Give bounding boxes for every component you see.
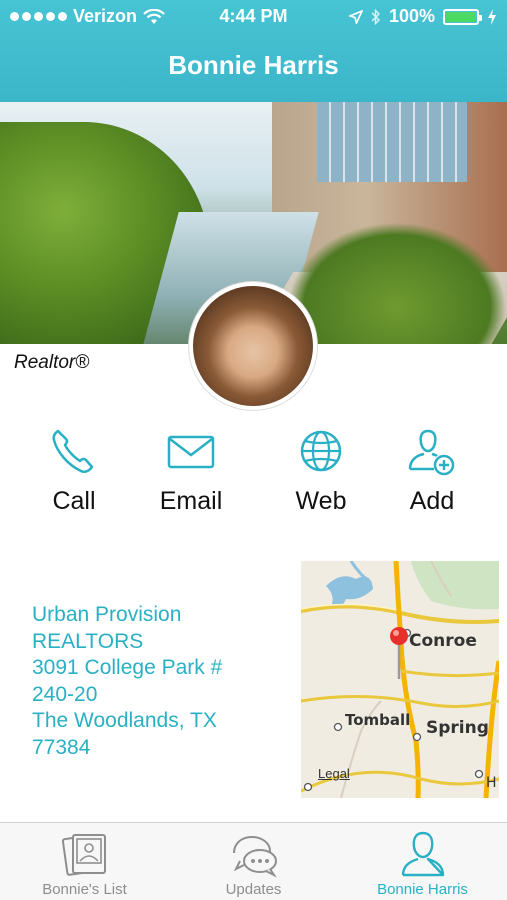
bluetooth-icon	[371, 8, 381, 25]
call-button[interactable]: Call	[24, 425, 124, 516]
tab-bonnies-list[interactable]: Bonnie's List	[0, 823, 169, 900]
charging-bolt-icon	[488, 8, 496, 25]
map-label-spring: Spring	[426, 718, 489, 738]
tab-label: Bonnie's List	[42, 881, 127, 898]
map-canvas	[301, 561, 499, 798]
email-button[interactable]: Email	[141, 425, 241, 516]
web-button[interactable]: Web	[271, 425, 371, 516]
web-label: Web	[295, 487, 347, 515]
battery-fill	[446, 11, 476, 22]
action-row: Call Email Web Add	[0, 425, 507, 525]
globe-icon	[300, 430, 342, 472]
location-map[interactable]: Conroe Tomball Spring Legal H	[301, 561, 499, 798]
add-contact-icon	[408, 429, 455, 476]
avatar[interactable]	[189, 282, 317, 410]
status-right: 100%	[348, 6, 497, 27]
tab-label: Updates	[225, 881, 282, 898]
avatar-photo	[193, 286, 313, 406]
page-title: Bonnie Harris	[168, 50, 339, 80]
map-label-tomball: Tomball	[345, 711, 411, 729]
address-line: Urban Provision	[32, 603, 182, 626]
phone-icon	[52, 429, 94, 474]
map-legal-link[interactable]: Legal	[318, 766, 350, 781]
address-line: 3091 College Park #	[32, 656, 223, 679]
nav-header: Verizon 4:44 PM 100% Bonnie Harris	[0, 0, 507, 102]
office-address[interactable]: Urban Provision REALTORS 3091 College Pa…	[32, 602, 282, 761]
profile-role: Realtor®	[14, 352, 90, 373]
address-line: REALTORS	[32, 629, 144, 653]
tab-label: Bonnie Harris	[377, 881, 468, 898]
tab-bar: Bonnie's List Updates Bonnie Harris	[0, 822, 507, 900]
address-line: 240-20	[32, 682, 98, 706]
email-label: Email	[159, 487, 223, 515]
envelope-icon	[167, 435, 215, 469]
add-label: Add	[409, 487, 455, 515]
add-contact-button[interactable]: Add	[382, 425, 482, 516]
map-label-conroe: Conroe	[409, 631, 477, 651]
tab-updates[interactable]: Updates	[169, 823, 338, 900]
map-pin	[390, 627, 408, 645]
status-bar: Verizon 4:44 PM 100%	[0, 0, 507, 34]
address-line: 77384	[32, 735, 91, 759]
person-icon	[401, 831, 444, 877]
battery-percent: 100%	[388, 6, 435, 26]
photos-icon	[61, 834, 106, 876]
location-arrow-icon	[348, 9, 363, 24]
map-label-h: H	[486, 775, 497, 791]
call-label: Call	[52, 487, 96, 515]
tab-bonnie-harris[interactable]: Bonnie Harris	[338, 823, 507, 900]
address-line: The Woodlands, TX	[32, 709, 217, 732]
battery-icon	[443, 8, 482, 25]
chat-bubbles-icon	[232, 835, 277, 878]
